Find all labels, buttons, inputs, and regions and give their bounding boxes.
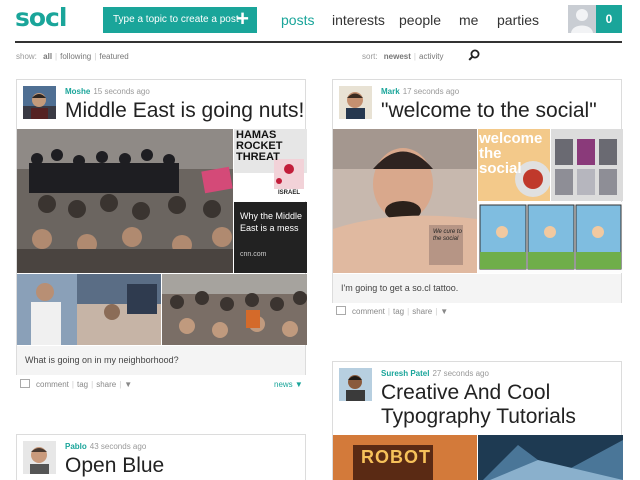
post-card[interactable]: Mark 17 seconds ago "welcome to the socia… (332, 79, 623, 303)
nav-me[interactable]: me (459, 12, 478, 28)
tattoo-man-image (333, 129, 477, 273)
nav-interests[interactable]: interests (332, 12, 385, 28)
ipod-photo[interactable] (551, 129, 623, 201)
link-preview-title: Why the Middle East is a mess (240, 211, 303, 233)
tag-link[interactable]: tag (393, 307, 404, 316)
post-title[interactable]: Creative And Cool Typography Tutorials (381, 381, 576, 429)
post-author[interactable]: Pablo (65, 442, 87, 451)
street-crowd-image (162, 274, 307, 345)
news-image-headline: HAMAS ROCKET THREAT (236, 129, 283, 163)
nav-people[interactable]: people (399, 12, 441, 28)
news-image-sub: ISRAEL (278, 190, 301, 196)
tattoo-photo[interactable]: We cure to the social (333, 129, 477, 273)
crowd-photo[interactable] (17, 129, 233, 273)
avatar[interactable] (339, 86, 372, 119)
comment-link[interactable]: comment (352, 307, 385, 316)
nav-parties[interactable]: parties (497, 12, 539, 28)
post-title[interactable]: Middle East is going nuts! (65, 99, 304, 123)
socl-graphic[interactable]: welcome the social (478, 129, 550, 201)
pablo-avatar-image (23, 441, 56, 474)
post-caption: What is going on in my neighborhood? (17, 346, 305, 375)
show-label: show: (16, 52, 37, 61)
tag-link[interactable]: tag (77, 380, 88, 389)
share-link[interactable]: share (96, 380, 116, 389)
comment-icon (336, 306, 346, 316)
post-card[interactable]: Pablo 43 seconds ago Open Blue (16, 434, 306, 480)
post-title-line-1: Creative And Cool (381, 381, 551, 404)
typography-photo-1[interactable]: ROBOT (333, 435, 477, 480)
news-thumbnail[interactable]: HAMAS ROCKET THREAT ISRAEL (234, 129, 307, 201)
typography-photo-2[interactable] (478, 435, 623, 480)
post-author[interactable]: Mark (381, 87, 400, 96)
more-dropdown-icon[interactable]: ▼ (440, 307, 448, 316)
hospital-photo[interactable] (17, 274, 161, 345)
user-avatar[interactable] (568, 5, 596, 33)
blue-typography-image (478, 435, 623, 480)
post-author[interactable]: Moshe (65, 87, 90, 96)
graphic-text: welcome the social (479, 130, 543, 177)
create-post-button[interactable]: Type a topic to create a post + (103, 6, 257, 33)
create-post-label: Type a topic to create a post (113, 14, 239, 25)
post-title[interactable]: Open Blue (65, 454, 164, 478)
search-icon[interactable] (468, 49, 480, 61)
sort-activity[interactable]: activity (419, 52, 443, 61)
moshe-avatar-image (23, 86, 56, 119)
plus-icon: + (236, 6, 249, 31)
filter-following[interactable]: following (60, 52, 91, 61)
sort-newest[interactable]: newest (384, 52, 411, 61)
tattoo-text: We cure to the social (433, 229, 462, 242)
post-title-line-2: Typography Tutorials (381, 405, 576, 428)
socl-logo[interactable]: socl (15, 3, 67, 32)
poster-text: ROBOT (361, 447, 431, 467)
suresh-avatar-image (339, 368, 372, 401)
person-icon (568, 5, 596, 33)
show-filter: show: all | following | featured (16, 52, 129, 61)
topic-tag[interactable]: news ▼ (274, 380, 303, 389)
share-link[interactable]: share (412, 307, 432, 316)
nav-posts[interactable]: posts (281, 12, 314, 28)
post-actions: comment | tag | share | ▼ (20, 379, 132, 389)
post-title[interactable]: "welcome to the social" (381, 99, 597, 123)
filter-all[interactable]: all (43, 52, 52, 61)
post-time: 43 seconds ago (89, 442, 147, 451)
comic-strip[interactable] (478, 202, 623, 273)
comment-icon (20, 379, 30, 389)
header-divider (15, 41, 622, 43)
avatar[interactable] (23, 441, 56, 474)
comment-link[interactable]: comment (36, 380, 69, 389)
post-caption: I'm going to get a so.cl tattoo. (333, 274, 621, 303)
more-dropdown-icon[interactable]: ▼ (124, 380, 132, 389)
topic-tag-label: news (274, 380, 293, 389)
mark-avatar-image (339, 86, 372, 119)
ipod-display-image (551, 129, 623, 201)
link-preview-source: cnn.com (240, 251, 267, 258)
post-time: 27 seconds ago (432, 369, 489, 378)
sort-label: sort: (362, 52, 378, 61)
protest-crowd-image (17, 129, 233, 273)
post-card[interactable]: Suresh Patel 27 seconds ago Creative And … (332, 361, 623, 480)
filter-featured[interactable]: featured (99, 52, 128, 61)
avatar[interactable] (23, 86, 56, 119)
sort-filter: sort: newest | activity (362, 52, 444, 61)
post-actions: comment | tag | share | ▼ (336, 306, 448, 316)
crowd-photo-2[interactable] (162, 274, 307, 345)
hospital-image (17, 274, 161, 345)
post-card[interactable]: Moshe 15 seconds ago Middle East is going… (16, 79, 307, 375)
post-author[interactable]: Suresh Patel (381, 369, 429, 378)
notification-count[interactable]: 0 (596, 5, 622, 33)
link-preview[interactable]: Why the Middle East is a mess cnn.com (234, 202, 307, 273)
avatar[interactable] (339, 368, 372, 401)
post-time: 17 seconds ago (402, 87, 460, 96)
post-time: 15 seconds ago (93, 87, 150, 96)
comic-image (478, 202, 623, 273)
